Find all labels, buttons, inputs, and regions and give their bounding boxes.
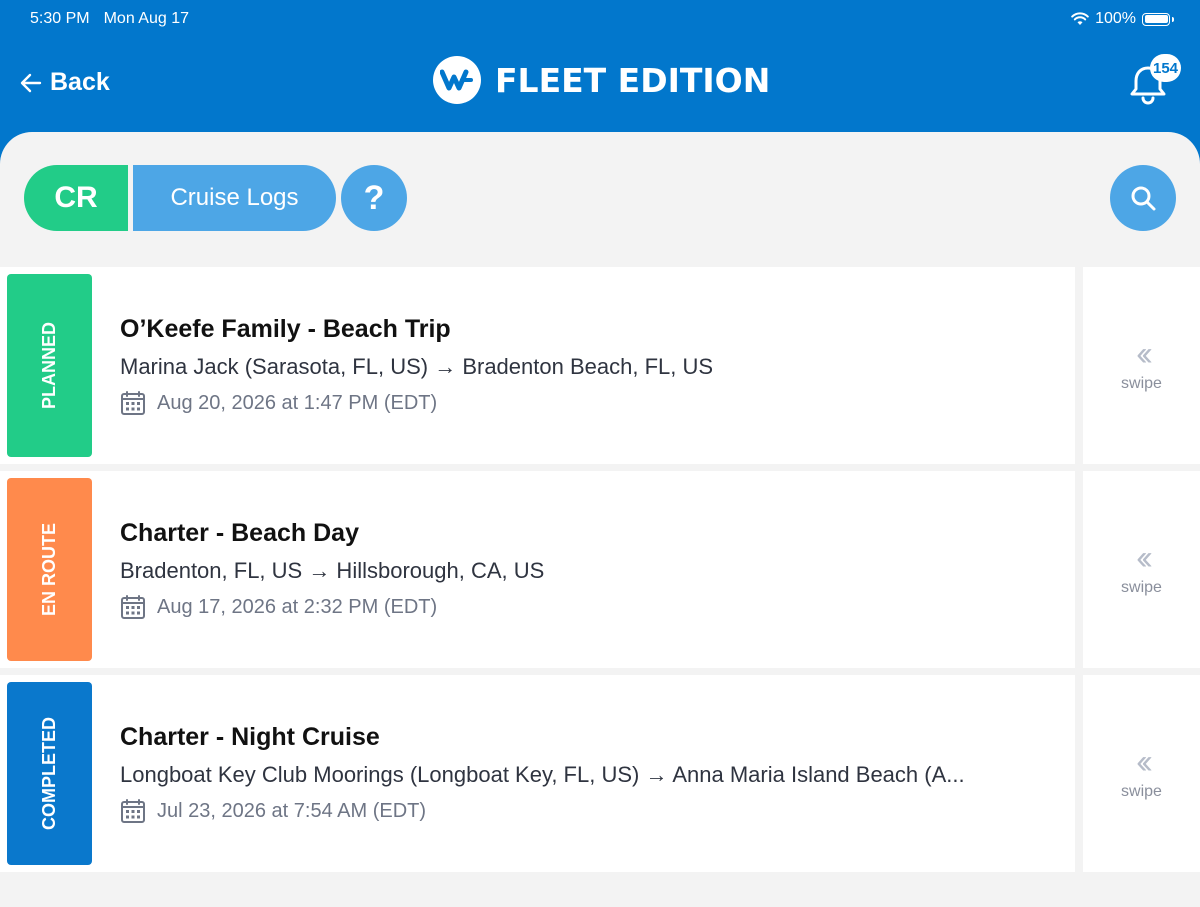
calendar-icon [121, 391, 145, 415]
search-icon [1131, 186, 1156, 211]
cruise-logs-button[interactable]: Cruise Logs [133, 165, 336, 231]
double-chevron-left-icon: ‹‹ [1136, 334, 1152, 373]
brand-logo-icon [433, 56, 481, 104]
log-route: Marina Jack (Sarasota, FL, US) → Bradent… [120, 354, 714, 379]
battery-icon [1142, 12, 1174, 26]
notification-badge: 154 [1150, 54, 1182, 82]
help-button[interactable]: ? [341, 165, 407, 231]
status-indicators: 100% [1071, 10, 1174, 28]
log-route: Longboat Key Club Moorings (Longboat Key… [120, 762, 965, 787]
log-date: Aug 20, 2026 at 1:47 PM (EDT) [120, 390, 437, 416]
status-label: PLANNED [39, 321, 60, 410]
double-chevron-left-icon: ‹‹ [1136, 742, 1152, 781]
main-content: CR Cruise Logs ? PLANNED O’Keefe Family … [0, 132, 1200, 907]
status-tab-en-route: EN ROUTE [7, 478, 92, 661]
arrow-left-icon [20, 73, 42, 92]
wifi-icon [1071, 12, 1089, 25]
brand: FLEET EDITION [433, 56, 770, 104]
log-card[interactable]: PLANNED O’Keefe Family - Beach Trip Mari… [0, 267, 1075, 464]
log-title: O’Keefe Family - Beach Trip [120, 315, 451, 343]
search-button[interactable] [1110, 165, 1176, 231]
log-route: Bradenton, FL, US → Hillsborough, CA, US [120, 558, 545, 583]
swipe-label: swipe [1121, 578, 1162, 596]
double-chevron-left-icon: ‹‹ [1136, 538, 1152, 577]
status-date: Mon Aug 17 [103, 10, 189, 27]
status-time: 5:30 PM [30, 10, 90, 27]
log-card[interactable]: EN ROUTE Charter - Beach Day Bradenton, … [0, 471, 1075, 668]
calendar-icon [121, 595, 145, 619]
status-bar: 5:30 PM Mon Aug 17 100% [30, 8, 1174, 30]
back-label: Back [50, 68, 110, 96]
brand-title: FLEET EDITION [495, 60, 771, 100]
log-title: Charter - Night Cruise [120, 723, 380, 751]
battery-percent: 100% [1095, 10, 1136, 27]
swipe-label: swipe [1121, 782, 1162, 800]
log-date: Jul 23, 2026 at 7:54 AM (EDT) [120, 798, 426, 824]
swipe-handle[interactable]: ‹‹ swipe [1083, 675, 1200, 872]
status-tab-completed: COMPLETED [7, 682, 92, 865]
log-title: Charter - Beach Day [120, 519, 359, 547]
status-tab-planned: PLANNED [7, 274, 92, 457]
log-date-text: Aug 20, 2026 at 1:47 PM (EDT) [157, 391, 438, 414]
swipe-handle[interactable]: ‹‹ swipe [1083, 471, 1200, 668]
swipe-label: swipe [1121, 374, 1162, 392]
log-date-text: Aug 17, 2026 at 2:32 PM (EDT) [157, 595, 438, 618]
calendar-icon [121, 799, 145, 823]
status-label: EN ROUTE [39, 522, 60, 617]
module-code-badge: CR [24, 165, 128, 231]
log-date: Aug 17, 2026 at 2:32 PM (EDT) [120, 594, 437, 620]
swipe-handle[interactable]: ‹‹ swipe [1083, 267, 1200, 464]
log-card[interactable]: COMPLETED Charter - Night Cruise Longboa… [0, 675, 1075, 872]
log-date-text: Jul 23, 2026 at 7:54 AM (EDT) [157, 799, 427, 822]
back-button[interactable]: Back [20, 68, 110, 97]
status-label: COMPLETED [39, 716, 60, 831]
app-header: 5:30 PM Mon Aug 17 100% Back FLEET EDITI… [0, 0, 1200, 140]
